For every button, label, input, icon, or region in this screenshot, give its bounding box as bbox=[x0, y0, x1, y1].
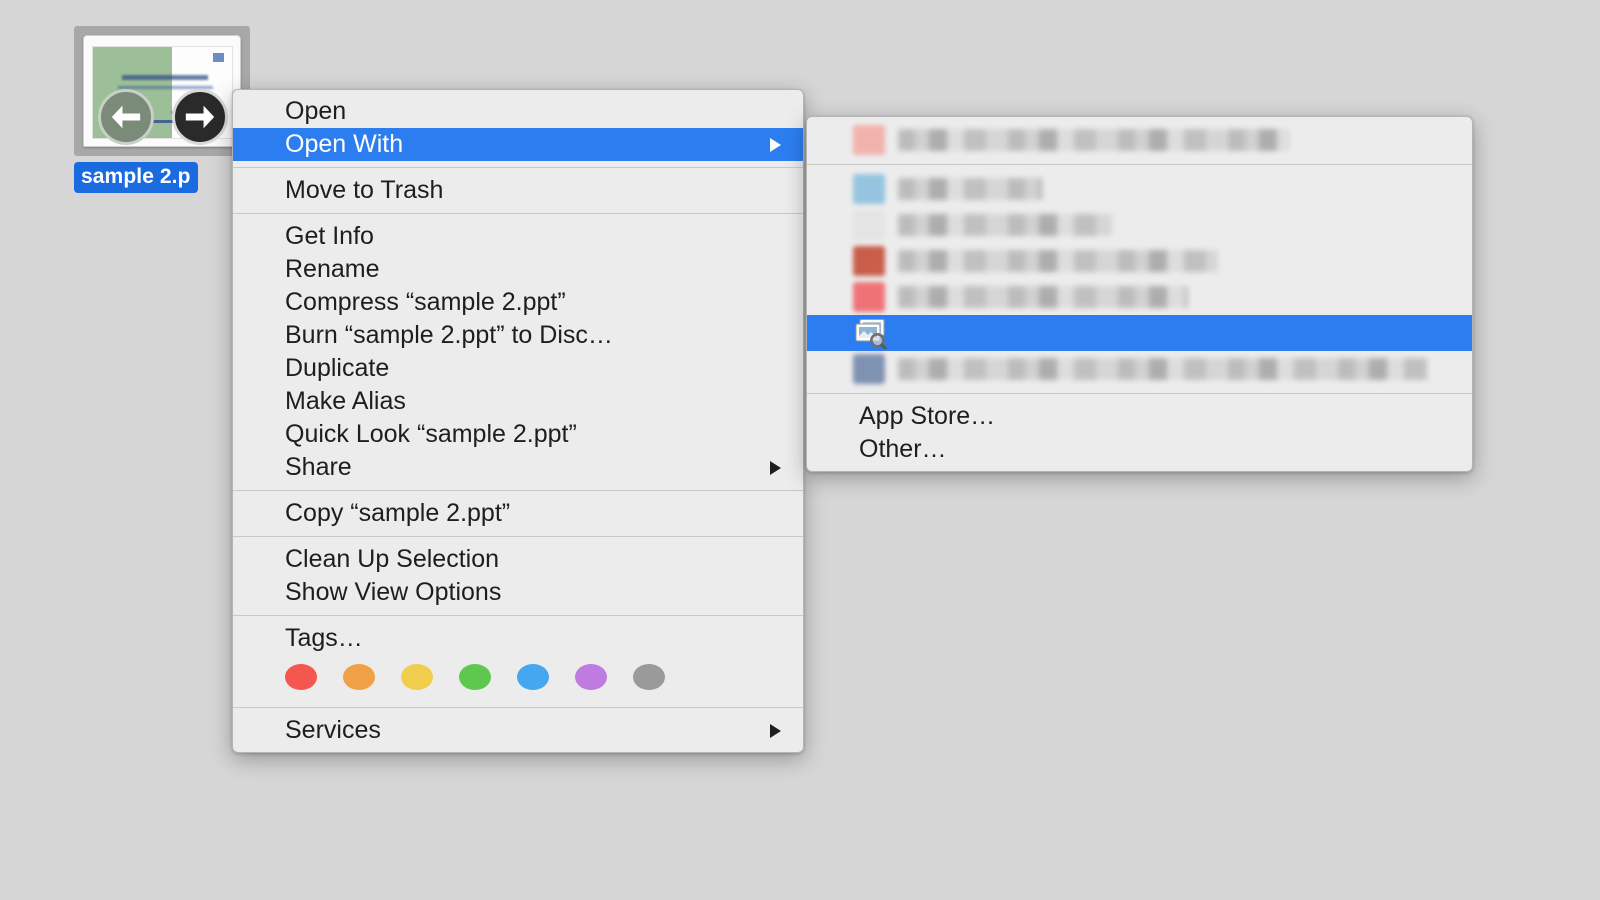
preview-app-icon bbox=[853, 318, 887, 350]
previous-slide-icon[interactable] bbox=[98, 89, 154, 145]
tag-dot-1[interactable] bbox=[343, 663, 375, 690]
menu-item-open-with[interactable]: Open With bbox=[233, 128, 803, 161]
submenu-item-app[interactable] bbox=[807, 207, 1472, 243]
app-name-label bbox=[898, 178, 1042, 200]
finder-context-menu[interactable]: Open Open With Move to Trash Get Info Re… bbox=[232, 89, 804, 753]
submenu-item-app[interactable] bbox=[807, 279, 1472, 315]
app-name-label bbox=[898, 250, 1218, 272]
menu-item-label: Get Info bbox=[285, 222, 374, 250]
menu-item-copy[interactable]: Copy “sample 2.ppt” bbox=[233, 497, 803, 530]
app-icon bbox=[853, 246, 885, 276]
menu-item-label: Share bbox=[285, 453, 352, 481]
menu-item-label: Open With bbox=[285, 130, 404, 158]
app-name-label bbox=[898, 358, 1428, 380]
menu-item-make-alias[interactable]: Make Alias bbox=[233, 385, 803, 418]
menu-item-label: Tags… bbox=[285, 624, 363, 652]
desktop-file-icon[interactable]: sample 2.p bbox=[74, 26, 250, 193]
menu-item-label: Burn “sample 2.ppt” to Disc… bbox=[285, 321, 613, 349]
open-with-submenu[interactable]: App Store… Other… bbox=[806, 116, 1473, 472]
menu-item-label: Duplicate bbox=[285, 354, 390, 382]
app-icon bbox=[853, 125, 885, 155]
menu-separator bbox=[233, 615, 803, 616]
powerpoint-badge-icon bbox=[212, 53, 224, 63]
app-icon bbox=[853, 210, 885, 240]
chevron-right-icon bbox=[770, 460, 781, 475]
tag-dot-3[interactable] bbox=[459, 663, 491, 690]
chevron-right-icon bbox=[770, 137, 781, 152]
menu-separator bbox=[233, 490, 803, 491]
menu-item-duplicate[interactable]: Duplicate bbox=[233, 352, 803, 385]
app-icon bbox=[853, 174, 885, 204]
app-name-label bbox=[898, 129, 1290, 151]
submenu-item-app[interactable] bbox=[807, 351, 1472, 387]
app-icon bbox=[853, 354, 885, 384]
menu-item-label: Open bbox=[285, 97, 347, 125]
menu-item-label: Move to Trash bbox=[285, 176, 444, 204]
menu-separator bbox=[807, 393, 1472, 394]
menu-item-share[interactable]: Share bbox=[233, 451, 803, 484]
menu-item-get-info[interactable]: Get Info bbox=[233, 220, 803, 253]
submenu-item-other[interactable]: Other… bbox=[807, 433, 1472, 466]
submenu-item-label: App Store… bbox=[859, 402, 996, 430]
submenu-item-app[interactable] bbox=[807, 171, 1472, 207]
menu-item-label: Clean Up Selection bbox=[285, 545, 500, 573]
menu-separator bbox=[233, 167, 803, 168]
tag-dot-2[interactable] bbox=[401, 663, 433, 690]
app-name-label bbox=[898, 214, 1112, 236]
submenu-item-app[interactable] bbox=[807, 243, 1472, 279]
submenu-item-app-store[interactable]: App Store… bbox=[807, 400, 1472, 433]
menu-separator bbox=[233, 536, 803, 537]
menu-item-label: Compress “sample 2.ppt” bbox=[285, 288, 566, 316]
tag-dot-5[interactable] bbox=[575, 663, 607, 690]
submenu-item-preview[interactable] bbox=[807, 315, 1472, 351]
submenu-item-label: Other… bbox=[859, 435, 947, 463]
menu-item-services[interactable]: Services bbox=[233, 714, 803, 747]
slide-page bbox=[83, 35, 241, 147]
tag-color-swatches[interactable] bbox=[233, 655, 803, 701]
tag-dot-0[interactable] bbox=[285, 663, 317, 690]
slide-title-text bbox=[122, 75, 209, 81]
menu-item-compress[interactable]: Compress “sample 2.ppt” bbox=[233, 286, 803, 319]
chevron-right-icon bbox=[770, 723, 781, 738]
menu-separator bbox=[233, 707, 803, 708]
file-name-label[interactable]: sample 2.p bbox=[74, 162, 198, 193]
menu-item-label: Services bbox=[285, 716, 381, 744]
menu-item-label: Rename bbox=[285, 255, 380, 283]
menu-item-label: Copy “sample 2.ppt” bbox=[285, 499, 511, 527]
menu-item-open[interactable]: Open bbox=[233, 95, 803, 128]
menu-item-label: Show View Options bbox=[285, 578, 502, 606]
menu-separator bbox=[807, 164, 1472, 165]
menu-separator bbox=[233, 213, 803, 214]
menu-item-show-view-options[interactable]: Show View Options bbox=[233, 576, 803, 609]
menu-item-tags[interactable]: Tags… bbox=[233, 622, 803, 655]
menu-item-rename[interactable]: Rename bbox=[233, 253, 803, 286]
next-slide-icon[interactable] bbox=[172, 89, 228, 145]
submenu-item-default-app[interactable] bbox=[807, 122, 1472, 158]
menu-item-move-to-trash[interactable]: Move to Trash bbox=[233, 174, 803, 207]
tag-dot-6[interactable] bbox=[633, 663, 665, 690]
app-icon bbox=[853, 282, 885, 312]
app-name-label bbox=[898, 286, 1188, 308]
menu-item-quick-look[interactable]: Quick Look “sample 2.ppt” bbox=[233, 418, 803, 451]
tag-dot-4[interactable] bbox=[517, 663, 549, 690]
menu-item-burn-to-disc[interactable]: Burn “sample 2.ppt” to Disc… bbox=[233, 319, 803, 352]
menu-item-clean-up-selection[interactable]: Clean Up Selection bbox=[233, 543, 803, 576]
powerpoint-slide-thumbnail[interactable] bbox=[74, 26, 250, 156]
menu-item-label: Make Alias bbox=[285, 387, 406, 415]
menu-item-label: Quick Look “sample 2.ppt” bbox=[285, 420, 577, 448]
